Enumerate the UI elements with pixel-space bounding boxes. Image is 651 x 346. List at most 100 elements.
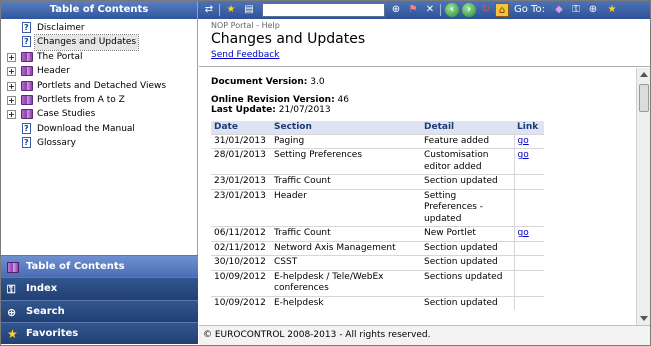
sidebar: Table of Contents DisclaimerChanges and … <box>1 1 198 345</box>
toc-item[interactable]: Glossary <box>1 136 197 151</box>
go-link <box>513 188 544 227</box>
expand-plus-icon[interactable] <box>7 95 16 105</box>
toc-item-label: The Portal <box>37 51 83 62</box>
table-row: 31/01/2013 Paging Feature added go <box>211 133 544 149</box>
toc-item-label: Changes and Updates <box>33 34 140 51</box>
toc-item[interactable]: Changes and Updates <box>1 34 197 51</box>
book-icon <box>21 109 33 120</box>
toc-item[interactable]: Portlets from A to Z <box>1 93 197 107</box>
cell-detail: Section updated <box>421 240 514 256</box>
last-update: Last Update: 21/07/2013 <box>211 105 331 115</box>
help-page-icon <box>22 21 31 35</box>
goto-search-icon[interactable]: ⊕ <box>586 3 600 17</box>
expand-plus-icon[interactable] <box>7 110 16 120</box>
scroll-down-icon[interactable] <box>640 316 648 321</box>
cell-section: CSST <box>271 255 421 270</box>
cell-detail: Feature added <box>421 133 514 149</box>
stop-icon[interactable]: ↻ <box>479 3 493 17</box>
toc-item-label: Portlets from A to Z <box>37 94 125 105</box>
toc-item[interactable]: Header <box>1 64 197 78</box>
sidebar-title: Table of Contents <box>1 1 197 19</box>
home-icon[interactable]: ⌂ <box>495 3 509 17</box>
nav-tab[interactable]: ⚿ Index <box>1 277 198 300</box>
toc-item[interactable]: Download the Manual <box>1 122 197 136</box>
scroll-thumb[interactable] <box>639 84 649 112</box>
print-icon[interactable]: ▤ <box>242 3 256 17</box>
go-link <box>513 255 544 270</box>
book-icon <box>21 66 33 77</box>
goto-favorites-icon[interactable]: ★ <box>605 3 619 17</box>
clear-highlight-icon[interactable]: ✕ <box>423 3 437 17</box>
page-title: Changes and Updates <box>211 31 366 47</box>
toc-item-label: Disclaimer <box>37 23 85 33</box>
cell-section: Paging <box>271 133 421 149</box>
go-link <box>513 240 544 256</box>
table-row: 28/01/2013 Setting Preferences Customisati… <box>211 148 544 175</box>
table-row: 02/11/2012 Netword Axis Management Section… <box>211 240 544 256</box>
key-icon: ⚿ <box>7 283 16 297</box>
document-version: Document Version: 3.0 <box>211 77 325 87</box>
cell-date: 10/09/2012 <box>211 295 271 310</box>
goto-toc-icon[interactable]: ◆ <box>552 3 566 17</box>
cell-section: Traffic Count <box>271 174 421 189</box>
goto-index-icon[interactable]: ⚿ <box>569 3 583 17</box>
table-row: 23/01/2013 Traffic Count Section updated <box>211 174 544 189</box>
add-favorite-icon[interactable]: ★ <box>224 3 238 17</box>
search-input[interactable] <box>262 3 385 17</box>
table-row: 06/11/2012 Traffic Count New Portlet go <box>211 226 544 241</box>
go-link <box>513 174 544 189</box>
topic-body: Document Version: 3.0 Online Revision Ve… <box>199 68 636 325</box>
toc-item[interactable]: Portlets and Detached Views <box>1 79 197 93</box>
go-link[interactable]: go <box>513 226 544 241</box>
toc-item-label: Portlets and Detached Views <box>37 80 167 91</box>
cell-detail: New Portlet <box>421 226 514 241</box>
nav-tab-label: Index <box>26 283 58 295</box>
send-feedback-link[interactable]: Send Feedback <box>211 50 279 60</box>
cell-detail: Section updated <box>421 255 514 270</box>
column-header: Date <box>211 121 271 134</box>
column-header: Link <box>514 121 544 134</box>
go-link <box>513 269 544 296</box>
toc-item[interactable]: The Portal <box>1 50 197 64</box>
nav-tab-label: Favorites <box>26 327 79 339</box>
column-header: Section <box>271 121 421 134</box>
copyright-footer: © EUROCONTROL 2008-2013 - All rights res… <box>199 325 650 345</box>
vertical-scrollbar[interactable] <box>636 68 650 325</box>
highlight-search-icon[interactable]: ⚑ <box>406 3 420 17</box>
go-link[interactable]: go <box>513 148 544 175</box>
cell-date: 23/01/2013 <box>211 174 271 189</box>
star-icon: ★ <box>7 326 18 341</box>
column-header: Detail <box>421 121 514 134</box>
cell-section: Header <box>271 188 421 227</box>
binoculars-icon[interactable]: ⊕ <box>389 3 403 17</box>
cell-detail: Customisation editor added <box>421 148 514 175</box>
nav-tab[interactable]: ⊕ Search <box>1 299 198 322</box>
back-icon[interactable]: ‹ <box>445 3 459 17</box>
nav-tab[interactable]: Table of Contents <box>1 255 198 278</box>
help-page-icon <box>22 122 31 136</box>
table-row: 23/01/2013 Header Setting Preferences - up… <box>211 188 544 227</box>
toc-item[interactable]: Disclaimer <box>1 21 197 35</box>
expand-plus-icon[interactable] <box>7 67 16 77</box>
content-pane: NOP Portal - Help Changes and Updates Se… <box>199 19 650 325</box>
table-row: 10/09/2012 E-helpdesk / Tele/WebEx confer… <box>211 269 544 296</box>
cell-detail: Section updated <box>421 174 514 189</box>
changes-table: Date Section Detail Link 31/01/2013 Paging Fe… <box>211 121 544 310</box>
go-link[interactable]: go <box>513 133 544 149</box>
toc-item[interactable]: Case Studies <box>1 107 197 121</box>
nav-tab[interactable]: ★ Favorites <box>1 321 198 345</box>
expand-plus-icon[interactable] <box>7 52 16 62</box>
sync-toc-icon[interactable]: ⇄ <box>202 3 216 17</box>
nav-tab-label: Search <box>26 305 65 317</box>
cell-section: Setting Preferences <box>271 148 421 175</box>
scroll-up-icon[interactable] <box>640 72 648 77</box>
book-icon <box>21 94 33 105</box>
toc-tree: DisclaimerChanges and UpdatesThe Portal H… <box>1 21 197 151</box>
expand-plus-icon[interactable] <box>7 81 16 91</box>
cell-date: 06/11/2012 <box>211 226 271 241</box>
cell-date: 02/11/2012 <box>211 240 271 256</box>
cell-section: E-helpdesk / Tele/WebEx conferences <box>271 269 421 296</box>
topic-header: NOP Portal - Help Changes and Updates Se… <box>199 19 650 67</box>
book-icon <box>21 51 33 62</box>
forward-icon[interactable]: › <box>462 3 476 17</box>
